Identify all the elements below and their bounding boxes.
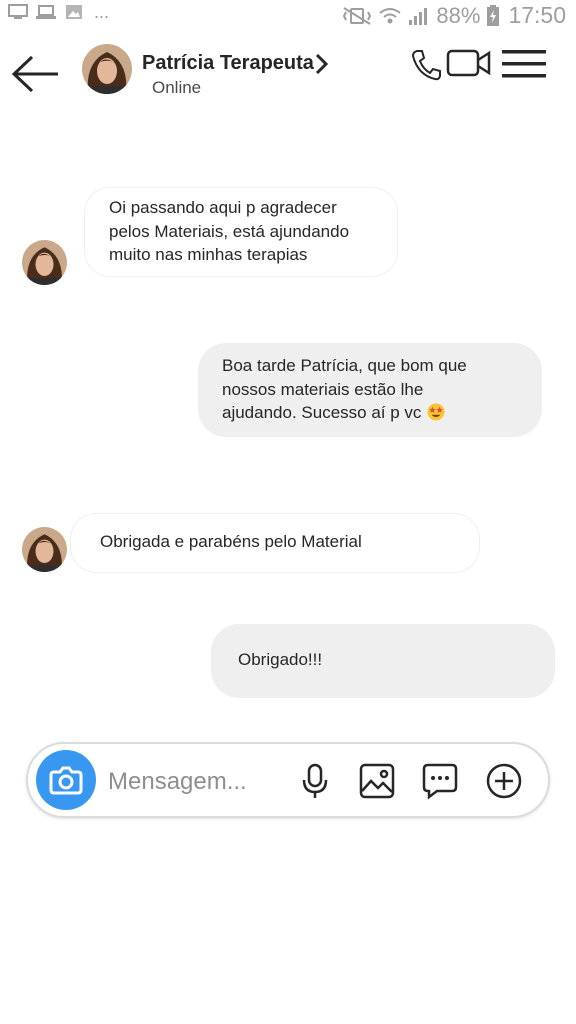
clock: 17:50 xyxy=(508,2,566,28)
avatar[interactable] xyxy=(22,240,67,285)
phone-icon[interactable] xyxy=(410,48,442,82)
message-line: Boa tarde Patrícia, que bom que xyxy=(222,356,467,375)
avatar-photo xyxy=(22,240,67,285)
message-text: ajudando. Sucesso aí p vc xyxy=(222,403,422,422)
chat-header: Patrícia Terapeuta Online xyxy=(0,32,576,112)
camera-button[interactable] xyxy=(36,750,96,810)
battery-percent: 88% xyxy=(436,2,481,28)
message-line: pelos Materiais, está ajundando xyxy=(109,221,350,241)
sticker-icon[interactable] xyxy=(421,762,459,800)
message-line-with-emoji: ajudando. Sucesso aí p vc xyxy=(222,401,542,425)
message-bubble-outgoing[interactable]: Obrigado!!! xyxy=(211,624,555,698)
monitor-icon xyxy=(8,4,28,19)
message-line: Obrigado!!! xyxy=(238,650,323,669)
laptop-icon xyxy=(36,5,56,19)
message-bubble-incoming[interactable]: Oi passando aqui p agradecer pelos Mater… xyxy=(84,187,398,277)
online-status: Online xyxy=(152,78,202,97)
gallery-icon[interactable] xyxy=(358,762,396,800)
avatar-photo xyxy=(22,527,67,572)
camera-icon xyxy=(49,766,83,795)
avatar[interactable] xyxy=(82,44,132,94)
avatar-photo xyxy=(82,44,132,94)
message-composer xyxy=(26,742,550,818)
chevron-right-icon[interactable] xyxy=(314,52,330,76)
image-icon xyxy=(66,5,82,19)
wifi-icon xyxy=(379,7,402,23)
avatar[interactable] xyxy=(22,527,67,572)
contact-name[interactable]: Patrícia Terapeuta xyxy=(142,52,314,75)
back-arrow-icon[interactable] xyxy=(10,54,62,94)
menu-icon[interactable] xyxy=(502,48,546,80)
status-right: 88% 17:50 xyxy=(342,2,566,29)
microphone-icon[interactable] xyxy=(296,762,334,800)
message-line: nossos materiais estão lhe xyxy=(222,379,424,399)
video-icon[interactable] xyxy=(446,48,492,78)
signal-icon xyxy=(409,7,428,25)
star-struck-emoji xyxy=(427,403,445,421)
message-input[interactable] xyxy=(108,764,278,800)
message-bubble-incoming[interactable]: Obrigada e parabéns pelo Material xyxy=(70,513,480,573)
plus-circle-icon[interactable] xyxy=(485,762,523,800)
message-line: Obrigada e parabéns pelo Material xyxy=(100,532,362,551)
more-notifications-icon: ... xyxy=(94,2,110,22)
message-line: muito nas minhas terapias xyxy=(109,245,308,264)
message-bubble-outgoing[interactable]: Boa tarde Patrícia, que bom que nossos m… xyxy=(198,343,542,437)
status-left-icons: ... xyxy=(8,2,110,22)
message-line: Oi passando aqui p agradecer xyxy=(109,198,337,217)
vibrate-icon xyxy=(343,6,372,25)
status-bar: ... 88% 17:50 xyxy=(0,0,576,32)
battery-icon xyxy=(487,4,500,26)
